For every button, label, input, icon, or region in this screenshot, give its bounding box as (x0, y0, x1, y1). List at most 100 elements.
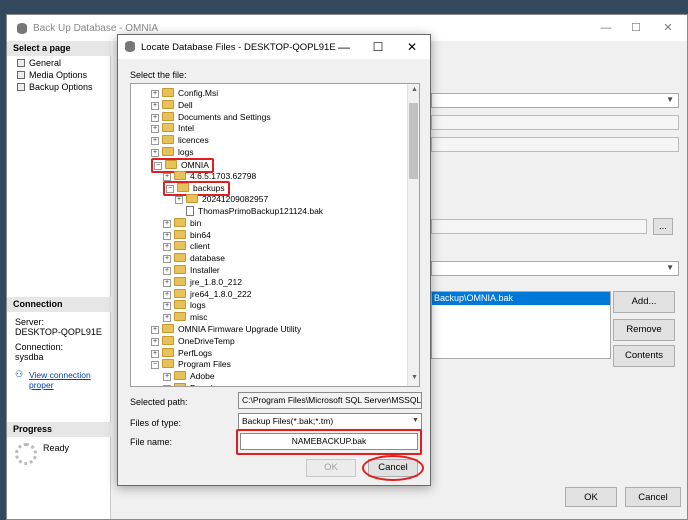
tree-item-label: Dell (178, 99, 193, 110)
scroll-up-icon[interactable]: ▲ (408, 86, 419, 93)
maximize-icon[interactable]: ☐ (361, 37, 395, 57)
page-media-options[interactable]: Media Options (17, 70, 87, 80)
tree-item-label: Intel (178, 123, 195, 134)
expand-icon[interactable]: + (163, 290, 171, 299)
destination-item[interactable]: Backup\OMNIA.bak (432, 292, 610, 305)
select-file-label: Select the file: (130, 70, 187, 80)
folder-icon (174, 217, 186, 227)
folder-item[interactable]: +4.6.5.1703.62798 (163, 170, 256, 182)
tree-item-label: jre_1.8.0_212 (190, 276, 242, 287)
contents-button[interactable]: Contents (613, 345, 675, 367)
file-tree[interactable]: + Config.Msi + Dell + Documents and Settings +… (130, 83, 420, 387)
folder-item[interactable]: + licences (151, 134, 209, 146)
folder-icon (186, 194, 198, 204)
expand-icon[interactable]: + (151, 137, 159, 146)
folder-item[interactable]: + bin (163, 217, 201, 229)
expand-icon[interactable]: + (163, 302, 171, 311)
tree-item-label: Documents and Settings (178, 111, 271, 122)
scrollbar-thumb[interactable] (409, 103, 418, 179)
view-connection-properties-link[interactable]: View connection proper (29, 370, 110, 390)
collapse-icon[interactable]: − (166, 185, 174, 194)
folder-item[interactable]: +20241209082957 (175, 193, 268, 205)
folder-icon (162, 123, 174, 133)
folder-item[interactable]: − Program Files (151, 358, 231, 370)
folder-item[interactable]: + Config.Msi (151, 87, 218, 99)
expand-icon[interactable]: + (163, 278, 171, 287)
file-name-input[interactable]: NAMEBACKUP.bak (240, 433, 418, 450)
backup-combo[interactable]: ▼ (431, 93, 679, 108)
wrench-icon (17, 83, 25, 91)
expand-icon[interactable]: + (163, 267, 171, 275)
remove-button[interactable]: Remove (613, 319, 675, 341)
destination-list[interactable]: Backup\OMNIA.bak (431, 291, 611, 359)
page-backup-options[interactable]: Backup Options (17, 82, 93, 92)
expand-icon[interactable]: + (151, 349, 159, 358)
folder-item[interactable]: + misc (163, 311, 207, 323)
page-general[interactable]: General (17, 58, 61, 68)
collapse-icon[interactable]: − (154, 161, 162, 170)
add-button[interactable]: Add... (613, 291, 675, 313)
folder-icon (174, 276, 186, 286)
folder-item[interactable]: + Broadcom (163, 382, 229, 386)
file-item[interactable]: ThomasPrimoBackup121124.bak (175, 205, 323, 217)
folder-item[interactable]: + Documents and Settings (151, 111, 271, 123)
folder-item[interactable]: + jre_1.8.0_212 (163, 276, 242, 288)
expand-icon[interactable]: + (163, 243, 171, 252)
folder-item[interactable]: + database (163, 252, 225, 264)
folder-item[interactable]: + Installer (163, 264, 220, 276)
progress-status: Ready (43, 443, 70, 453)
folder-item[interactable]: + PerfLogs (151, 347, 212, 359)
expand-icon[interactable]: + (163, 314, 171, 323)
wrench-icon (17, 59, 25, 67)
browse-ellipsis-button[interactable]: ... (653, 218, 673, 235)
folder-item[interactable]: + logs (163, 299, 206, 311)
expand-icon[interactable]: + (163, 373, 171, 382)
tree-item-label: bin (190, 217, 202, 228)
selected-path-label: Selected path: (130, 397, 188, 407)
folder-item[interactable]: + bin64 (163, 229, 211, 241)
scroll-down-icon[interactable]: ▼ (408, 374, 419, 381)
folder-icon (162, 347, 174, 357)
cancel-button[interactable]: Cancel (625, 487, 681, 507)
ok-button[interactable]: OK (565, 487, 617, 507)
folder-icon (165, 159, 177, 169)
expand-icon[interactable]: + (163, 385, 171, 386)
files-of-type-select[interactable]: Backup Files(*.bak;*.tm) (238, 413, 422, 430)
close-icon[interactable]: ✕ (395, 37, 429, 57)
expand-icon[interactable]: + (151, 326, 159, 334)
expand-icon[interactable]: + (163, 255, 171, 264)
chevron-down-icon: ▼ (412, 417, 419, 424)
folder-item[interactable]: + OneDriveTemp (151, 335, 235, 347)
maximize-icon[interactable]: ☐ (621, 19, 651, 37)
expand-icon[interactable]: + (163, 231, 171, 240)
folder-item[interactable]: + jre64_1.8.0_222 (163, 288, 251, 300)
collapse-icon[interactable]: − (151, 361, 159, 370)
expand-icon[interactable]: + (151, 101, 159, 110)
folder-item[interactable]: + OMNIA Firmware Upgrade Utility (151, 323, 301, 335)
folder-icon (162, 147, 174, 156)
expand-icon[interactable]: + (151, 113, 159, 122)
folder-item[interactable]: + Adobe (163, 370, 215, 382)
tree-item-label: ThomasPrimoBackup121124.bak (198, 206, 324, 216)
expand-icon[interactable]: + (151, 125, 159, 134)
expand-icon[interactable]: + (151, 337, 159, 346)
select-page-header: Select a page (7, 41, 111, 56)
expand-icon[interactable]: + (151, 149, 159, 157)
expand-icon[interactable]: + (163, 172, 171, 181)
minimize-icon[interactable]: — (591, 19, 621, 37)
expand-icon[interactable]: + (175, 196, 183, 205)
close-icon[interactable]: ✕ (653, 19, 683, 37)
dialog-ok-button[interactable]: OK (306, 459, 356, 477)
folder-icon (162, 335, 174, 345)
folder-item[interactable]: + logs (151, 146, 194, 158)
connection-label: Connection: (15, 342, 64, 352)
file-icon (186, 206, 194, 216)
destination-type-combo[interactable]: ▼ (431, 261, 679, 276)
folder-item[interactable]: + Intel (151, 122, 194, 134)
folder-item[interactable]: + Dell (151, 99, 193, 111)
expand-icon[interactable]: + (151, 90, 159, 98)
expand-icon[interactable]: + (163, 219, 171, 228)
minimize-icon[interactable]: — (327, 37, 361, 57)
tree-item-label: misc (190, 312, 208, 323)
folder-item[interactable]: + client (163, 240, 210, 252)
